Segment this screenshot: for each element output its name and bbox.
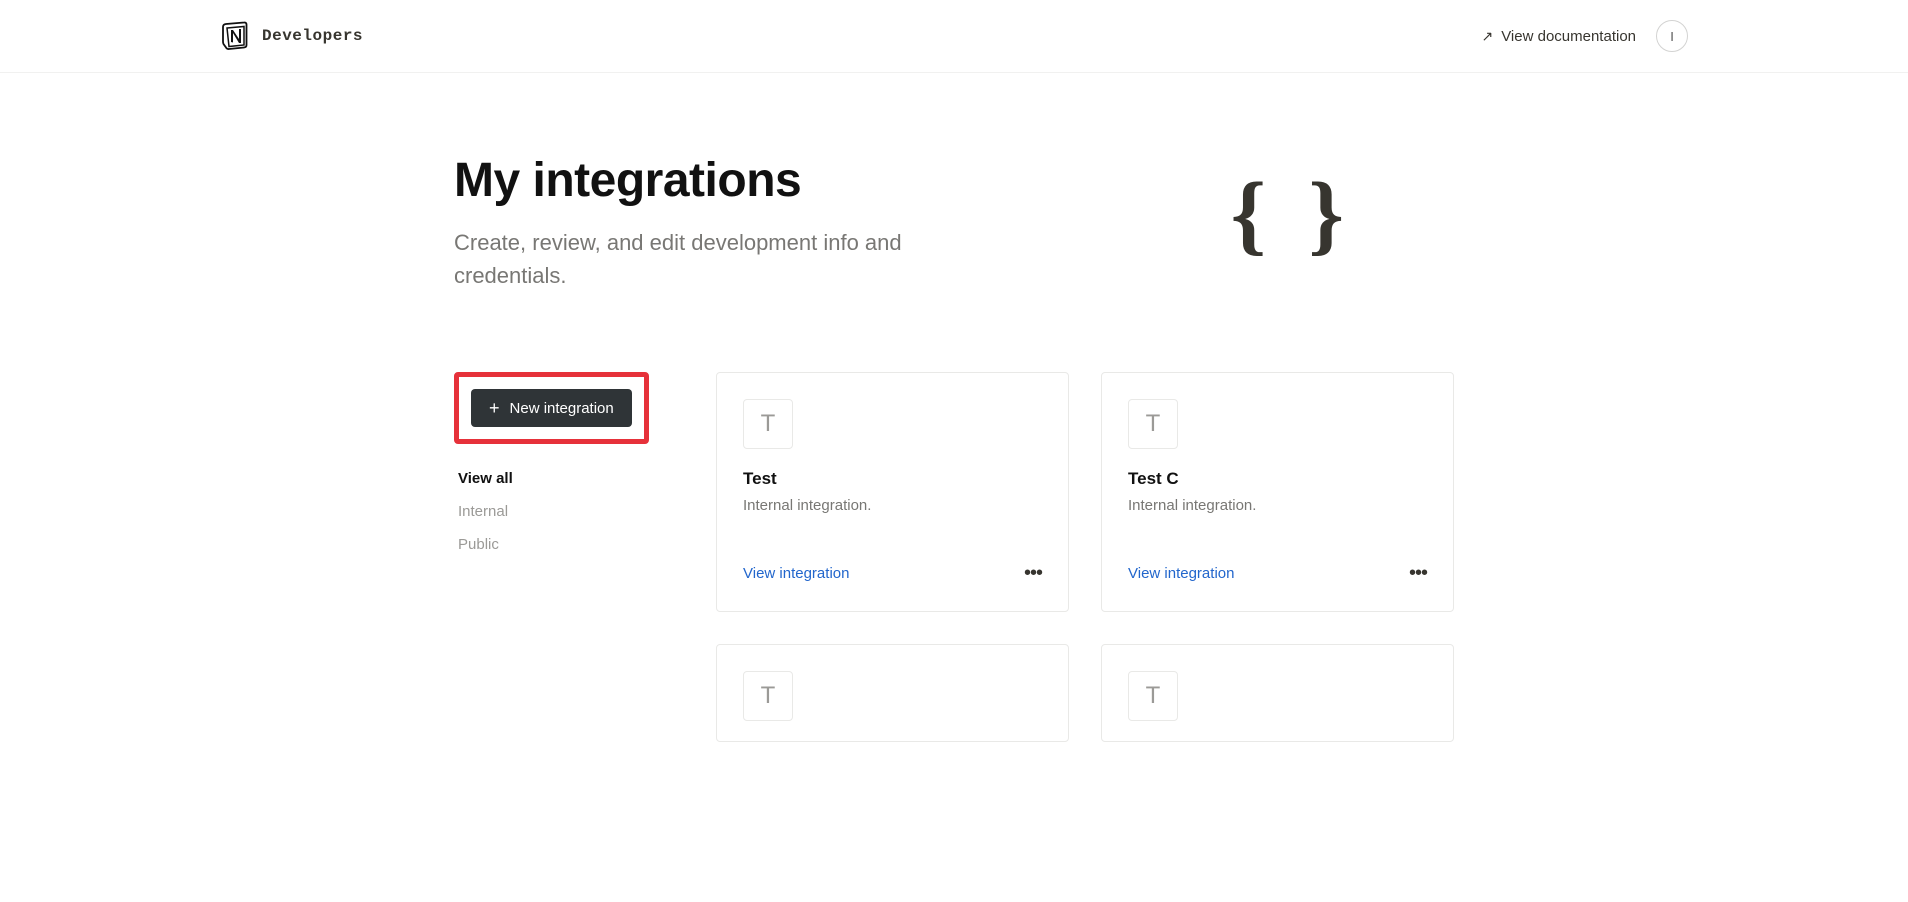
integration-card[interactable]: T — [1101, 644, 1454, 742]
header-right: ↗ View documentation I — [1481, 20, 1688, 52]
highlight-annotation: + New integration — [454, 372, 649, 444]
integration-subtitle: Internal integration. — [743, 497, 1042, 532]
view-integration-link[interactable]: View integration — [743, 565, 849, 582]
user-avatar[interactable]: I — [1656, 20, 1688, 52]
integration-icon: T — [1128, 399, 1178, 449]
notion-logo-icon — [220, 20, 252, 52]
integration-icon: T — [1128, 671, 1178, 721]
page-header: Developers ↗ View documentation I — [0, 0, 1908, 73]
integrations-grid: T Test Internal integration. View integr… — [716, 372, 1454, 742]
integration-card[interactable]: T Test Internal integration. View integr… — [716, 372, 1069, 612]
sidebar: + New integration View all Internal Publ… — [454, 372, 674, 742]
card-footer: View integration ••• — [1128, 562, 1427, 585]
brand-text: Developers — [262, 27, 363, 45]
main-container: My integrations Create, review, and edit… — [434, 73, 1474, 782]
integration-icon: T — [743, 399, 793, 449]
more-options-icon[interactable]: ••• — [1024, 562, 1042, 585]
integration-title: Test — [743, 469, 1042, 489]
filter-list: View all Internal Public — [454, 462, 674, 561]
hero-text: My integrations Create, review, and edit… — [454, 153, 1014, 292]
page-subtitle: Create, review, and edit development inf… — [454, 226, 1014, 292]
braces-icon: { } — [1231, 163, 1354, 266]
plus-icon: + — [489, 399, 500, 417]
hero-section: My integrations Create, review, and edit… — [454, 153, 1454, 292]
content-area: + New integration View all Internal Publ… — [454, 372, 1454, 742]
filter-public[interactable]: Public — [454, 528, 674, 561]
card-footer: View integration ••• — [743, 562, 1042, 585]
integration-subtitle: Internal integration. — [1128, 497, 1427, 532]
page-title: My integrations — [454, 153, 1014, 208]
avatar-initial: I — [1670, 29, 1674, 44]
view-integration-link[interactable]: View integration — [1128, 565, 1234, 582]
header-left: Developers — [220, 20, 363, 52]
new-integration-label: New integration — [510, 400, 614, 417]
integration-icon: T — [743, 671, 793, 721]
integration-card[interactable]: T — [716, 644, 1069, 742]
filter-internal[interactable]: Internal — [454, 495, 674, 528]
integration-card[interactable]: T Test C Internal integration. View inte… — [1101, 372, 1454, 612]
new-integration-button[interactable]: + New integration — [471, 389, 632, 427]
integration-title: Test C — [1128, 469, 1427, 489]
view-documentation-link[interactable]: ↗ View documentation — [1481, 28, 1636, 45]
more-options-icon[interactable]: ••• — [1409, 562, 1427, 585]
doc-link-label: View documentation — [1501, 28, 1636, 45]
filter-view-all[interactable]: View all — [454, 462, 674, 495]
external-arrow-icon: ↗ — [1481, 28, 1493, 45]
